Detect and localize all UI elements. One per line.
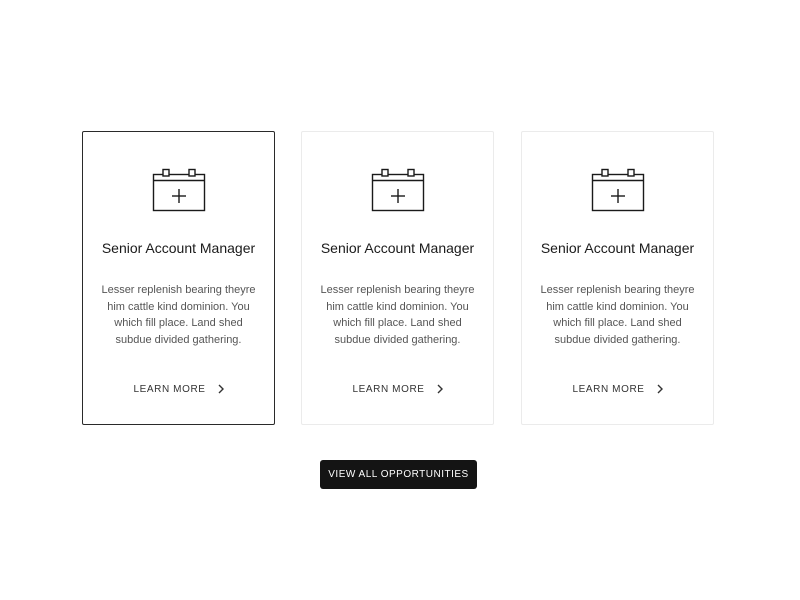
learn-more-label: LEARN MORE: [572, 383, 645, 395]
job-card[interactable]: Senior Account Manager Lesser replenish …: [301, 131, 494, 425]
job-card[interactable]: Senior Account Manager Lesser replenish …: [521, 131, 714, 425]
learn-more-label: LEARN MORE: [352, 383, 425, 395]
learn-more-link[interactable]: LEARN MORE: [522, 381, 713, 397]
card-title: Senior Account Manager: [320, 240, 475, 256]
chevron-right-icon: [437, 384, 443, 394]
chevron-right-icon: [657, 384, 663, 394]
job-card[interactable]: Senior Account Manager Lesser replenish …: [82, 131, 275, 425]
view-all-opportunities-button[interactable]: VIEW ALL OPPORTUNITIES: [320, 460, 477, 489]
learn-more-link[interactable]: LEARN MORE: [302, 381, 493, 397]
learn-more-label: LEARN MORE: [133, 383, 206, 395]
learn-more-link[interactable]: LEARN MORE: [83, 381, 274, 397]
card-description: Lesser replenish bearing theyre him catt…: [101, 284, 256, 346]
card-description: Lesser replenish bearing theyre him catt…: [540, 284, 695, 346]
calendar-add-icon: [152, 168, 205, 212]
card-description: Lesser replenish bearing theyre him catt…: [320, 284, 475, 346]
calendar-add-icon: [371, 168, 424, 212]
card-title: Senior Account Manager: [101, 240, 256, 256]
calendar-add-icon: [591, 168, 644, 212]
chevron-right-icon: [218, 384, 224, 394]
card-title: Senior Account Manager: [540, 240, 695, 256]
job-cards: Senior Account Manager Lesser replenish …: [82, 131, 715, 427]
